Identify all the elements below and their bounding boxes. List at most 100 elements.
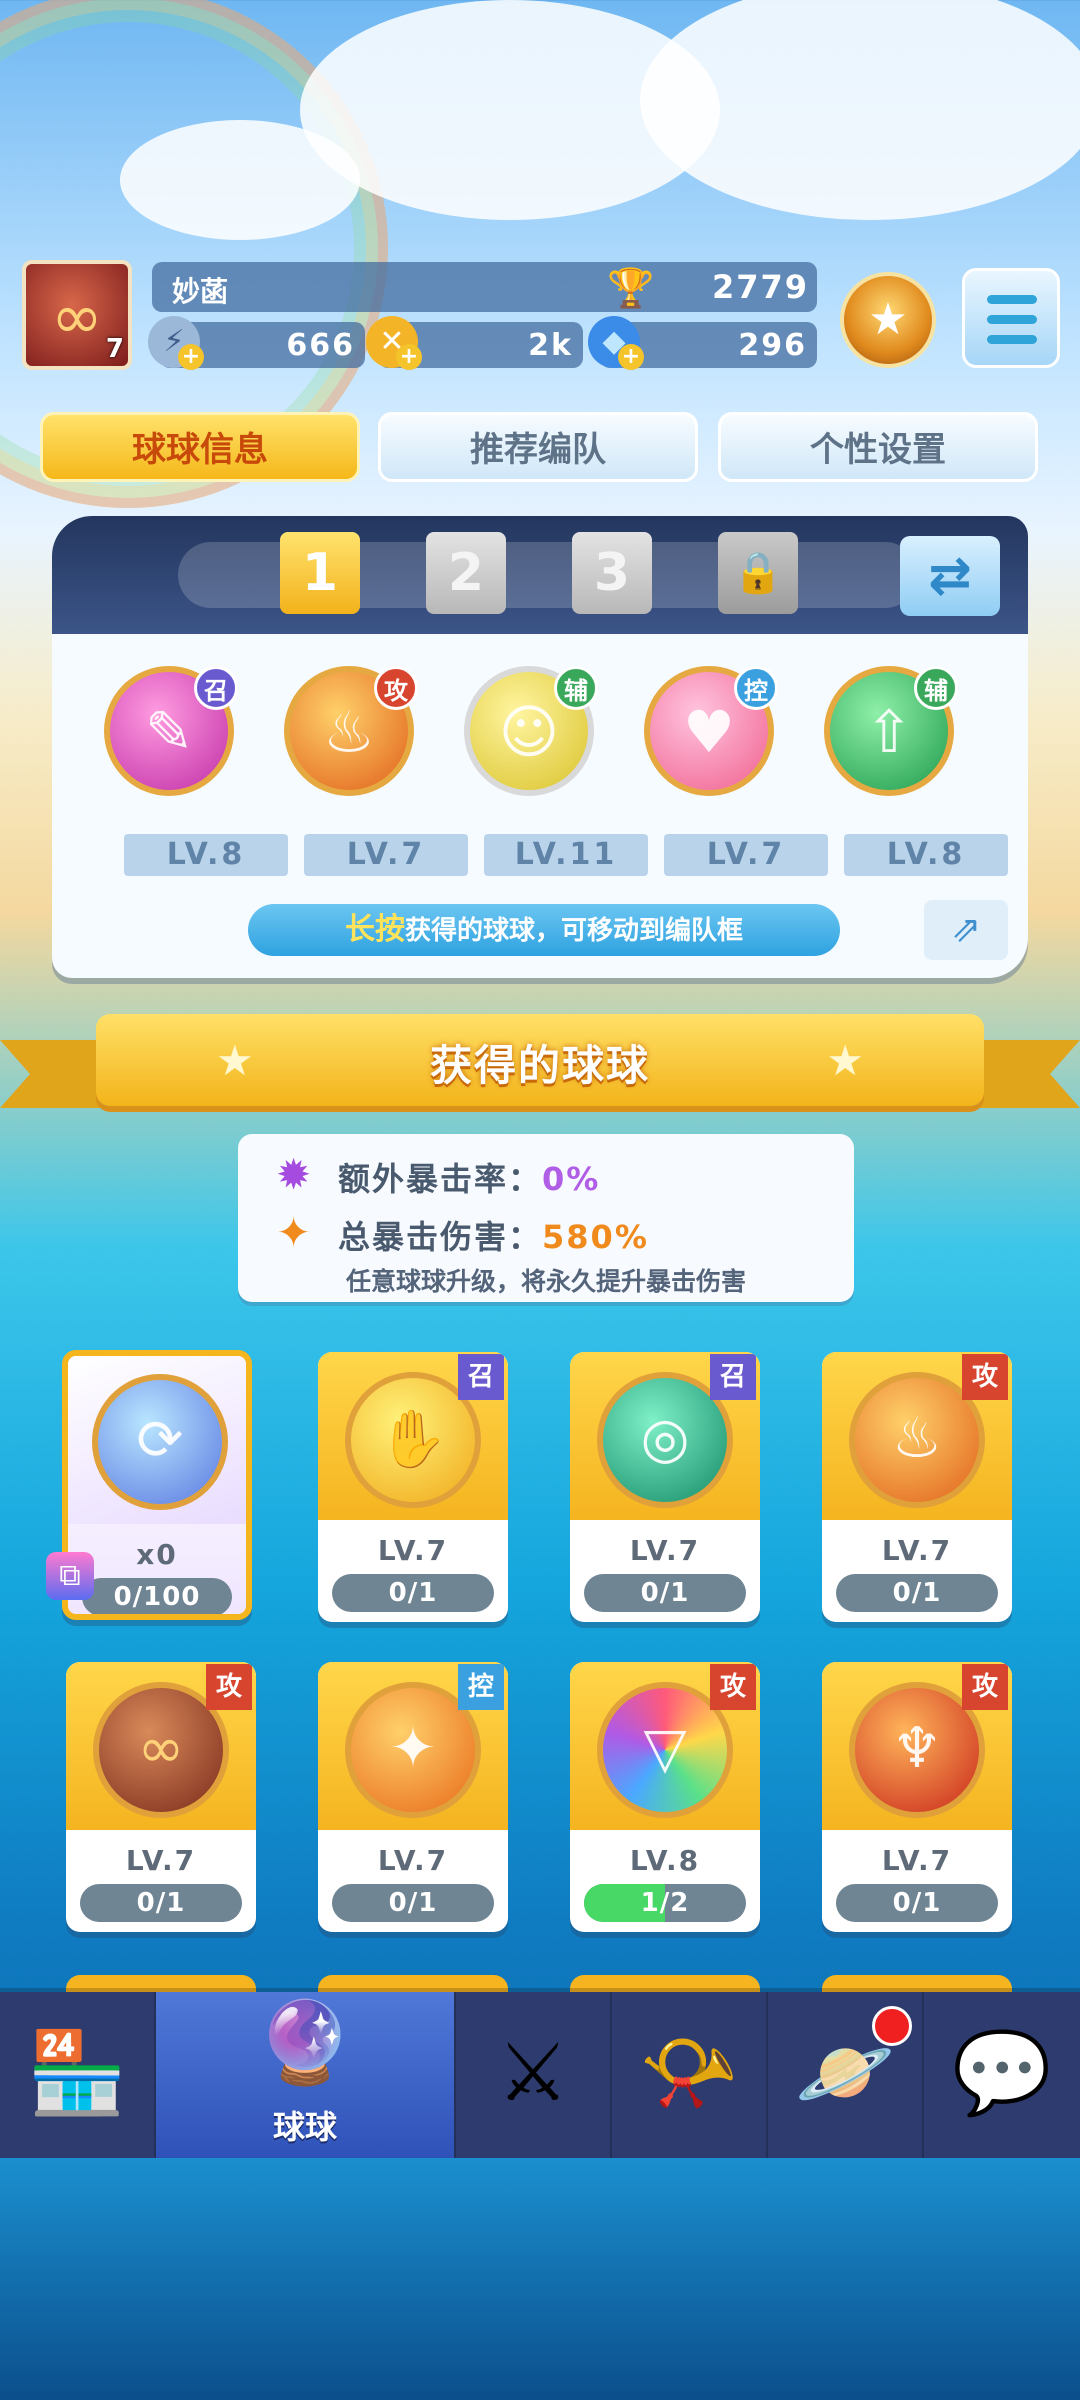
crossed-swords-icon: ⚔ <box>497 2026 569 2119</box>
cloud <box>640 0 1080 220</box>
crit-damage-value: 580% <box>542 1218 649 1256</box>
tab-recommended-team[interactable]: 推荐编队 <box>378 412 698 482</box>
card-progress-text: 0/1 <box>388 1578 438 1608</box>
nav-balls[interactable]: 🔮 球球 <box>156 1992 456 2158</box>
gem-bar[interactable]: ◆ + 296 <box>588 316 817 370</box>
team-slot-3[interactable]: 3 <box>572 532 652 614</box>
support-tag: 辅 <box>554 666 598 710</box>
ribbon-right-end <box>980 1040 1080 1108</box>
crit-damage-row: ✦ 总暴击伤害：580% <box>276 1208 649 1258</box>
support-tag: 辅 <box>914 666 958 710</box>
team-ball-level: LV.8 <box>844 834 1008 876</box>
team-ball-2[interactable]: ♨ 攻 <box>284 666 418 796</box>
player-info-bar: 妙菡 🏆 2779 <box>152 262 817 312</box>
card-progress: 0/1 <box>584 1574 746 1612</box>
team-ball-level: LV.7 <box>664 834 828 876</box>
team-ball-level: LV.8 <box>124 834 288 876</box>
card-progress: 0/1 <box>80 1884 242 1922</box>
card-progress: 0/1 <box>332 1574 494 1612</box>
puzzle-icon: ⧉ <box>46 1552 94 1600</box>
card-level: LV.7 <box>377 1534 449 1567</box>
summon-tag: 召 <box>194 666 238 710</box>
card-level: LV.7 <box>881 1534 953 1567</box>
crit-rate-value: 0% <box>542 1160 601 1198</box>
team-ball-level: LV.11 <box>484 834 648 876</box>
card-progress: 0/1 <box>332 1884 494 1922</box>
add-stamina-icon[interactable]: + <box>178 344 204 370</box>
control-tag: 控 <box>734 666 778 710</box>
add-gem-icon[interactable]: + <box>618 344 644 370</box>
ball-card[interactable]: ♆ 攻 LV.7 0/1 <box>822 1662 1012 1932</box>
star-icon: ★ <box>826 1036 864 1085</box>
ball-card[interactable]: ∞ 攻 LV.7 0/1 <box>66 1662 256 1932</box>
crit-damage-label: 总暴击伤害： <box>338 1218 543 1256</box>
player-avatar[interactable]: ∞ 7 <box>22 260 132 370</box>
player-name: 妙菡 <box>172 275 229 308</box>
nav-planet[interactable]: 🪐 <box>768 1992 924 2158</box>
card-progress: 0/1 <box>836 1884 998 1922</box>
ball-card[interactable]: ✦ 控 LV.7 0/1 <box>318 1662 508 1932</box>
card-level: LV.7 <box>629 1534 701 1567</box>
tab-ball-info[interactable]: 球球信息 <box>40 412 360 482</box>
card-level: LV.7 <box>881 1844 953 1877</box>
card-progress: 0/100 <box>82 1578 232 1614</box>
trophy-icon: 🏆 <box>607 266 655 310</box>
attack-tag: 攻 <box>206 1664 252 1710</box>
card-progress: 1/2 <box>584 1884 746 1922</box>
crit-rate-label: 额外暴击率： <box>338 1160 543 1198</box>
lock-icon[interactable]: 🔒 <box>718 532 798 614</box>
nav-social[interactable]: 💬 <box>924 1992 1080 2158</box>
stamina-bar[interactable]: ⚡ + 666 <box>148 316 365 370</box>
menu-icon <box>987 315 1037 324</box>
crit-note: 任意球球升级，将永久提升暴击伤害 <box>345 1267 746 1296</box>
menu-button[interactable] <box>962 268 1060 368</box>
card-progress-text: 0/1 <box>640 1578 690 1608</box>
chat-heart-icon: 💬 <box>952 2026 1052 2119</box>
card-progress-text: 0/1 <box>892 1578 942 1608</box>
swap-button[interactable]: ⇄ <box>900 536 1000 616</box>
ball-card[interactable]: ✋ 召 LV.7 0/1 <box>318 1352 508 1622</box>
ball-jar-icon: 🔮 <box>255 1996 355 2089</box>
nav-whistle[interactable]: 📯 <box>612 1992 768 2158</box>
ball-card[interactable]: ▽ 攻 LV.8 1/2 <box>570 1662 760 1932</box>
shop-icon: 🏪 <box>27 2026 127 2119</box>
ball-card[interactable]: ◎ 召 LV.7 0/1 <box>570 1352 760 1622</box>
flame-icon: ♨ <box>891 1406 943 1471</box>
team-ball-5[interactable]: ⇧ 辅 <box>824 666 958 796</box>
notification-dot <box>872 2006 912 2046</box>
team-ball-1[interactable]: ✎ 召 <box>104 666 238 796</box>
menu-icon <box>987 295 1037 304</box>
card-progress-text: 0/1 <box>892 1888 942 1918</box>
tab-personal-settings[interactable]: 个性设置 <box>718 412 1038 482</box>
team-slot-header: 1 2 3 🔒 ⇄ <box>52 516 1028 634</box>
rank-badge[interactable]: ★ <box>840 272 936 368</box>
share-button[interactable]: ⇗ <box>924 900 1008 960</box>
nav-shop[interactable]: 🏪 <box>0 1992 156 2158</box>
team-slot-1[interactable]: 1 <box>280 532 360 614</box>
long-press-hint: 长按获得的球球，可移动到编队框 <box>248 904 840 956</box>
team-ball-3[interactable]: ☺ 辅 <box>464 666 598 796</box>
nav-battle[interactable]: ⚔ <box>456 1992 612 2158</box>
gold-value: 2k <box>528 328 573 363</box>
coral-decoration <box>0 2158 1080 2400</box>
add-gold-icon[interactable]: + <box>396 344 422 370</box>
card-progress-text: 0/1 <box>136 1888 186 1918</box>
bottom-nav: 🏪 🔮 球球 ⚔ 📯 🪐 💬 <box>0 1992 1080 2158</box>
team-slot-selector: 1 2 3 🔒 <box>178 532 918 614</box>
crit-stats-panel: ✹ 额外暴击率：0% ✦ 总暴击伤害：580% 任意球球升级，将永久提升暴击伤害 <box>238 1134 854 1302</box>
stamina-value: 666 <box>286 328 355 363</box>
team-panel: 1 2 3 🔒 ⇄ ✎ 召 ♨ 攻 ☺ 辅 ♥ 控 ⇧ 辅 LV.8 LV.7 … <box>52 516 1028 978</box>
ball-card[interactable]: ♨ 攻 LV.7 0/1 <box>822 1352 1012 1622</box>
attack-tag: 攻 <box>962 1664 1008 1710</box>
swirl-icon: ◎ <box>640 1406 690 1471</box>
menu-icon <box>987 335 1037 344</box>
gold-bar[interactable]: ✕ + 2k <box>366 316 583 370</box>
prism-icon: ▽ <box>643 1716 687 1781</box>
team-ball-4[interactable]: ♥ 控 <box>644 666 778 796</box>
summon-tag: 召 <box>458 1354 504 1400</box>
crit-rate-row: ✹ 额外暴击率：0% <box>276 1150 601 1200</box>
card-progress-text: 0/100 <box>113 1582 201 1612</box>
infinity-icon: ∞ <box>137 1716 185 1781</box>
card-progress-text: 0/1 <box>388 1888 438 1918</box>
team-slot-2[interactable]: 2 <box>426 532 506 614</box>
